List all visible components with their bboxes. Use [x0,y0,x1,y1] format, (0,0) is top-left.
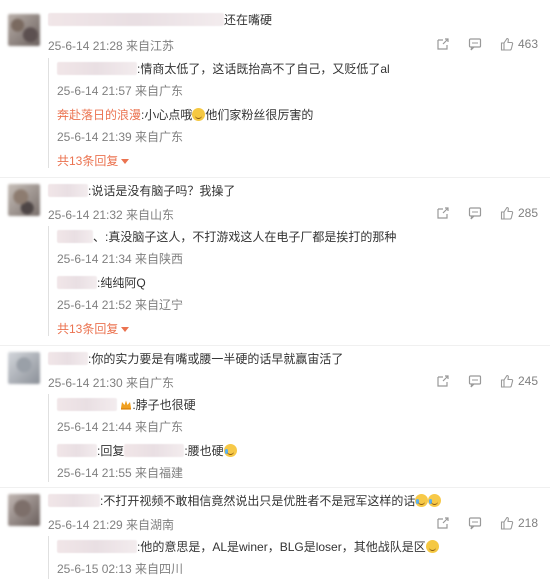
avatar[interactable] [8,352,40,384]
comment-icon[interactable] [468,206,482,220]
reply-text: 、:真没脑子这人，不打游戏这人在电子厂都是挨打的那种 [57,229,396,245]
comment-meta: 25-6-14 21:28 来自江苏 [48,39,175,53]
reply-text: 奔赴落日的浪漫:小心点哦 他们家粉丝很厉害的 [57,108,314,122]
reply-meta: 25-6-14 21:44 来自广东 [57,420,184,434]
reply-meta: 25-6-14 21:57 来自广东 [57,84,184,98]
username-masked[interactable] [57,62,137,75]
avatar[interactable] [8,184,40,216]
reply-block: :情商太低了，这话既抬高不了自己，又贬低了al 25-6-14 21:57 来自… [48,58,529,168]
username-masked[interactable] [57,398,117,411]
comment-actions: 218 [418,516,538,530]
divider [0,345,550,346]
reply-text: :脖子也很硬 [57,397,196,413]
avatar[interactable] [8,494,40,526]
share-icon[interactable] [436,37,450,51]
username-masked[interactable] [57,230,93,243]
reply-username[interactable]: 奔赴落日的浪漫 [57,108,141,122]
divider [0,487,550,488]
like-count: 463 [517,37,538,51]
comment-meta: 25-6-14 21:30 来自广东 [48,376,175,390]
reply-meta: 25-6-14 21:55 来自福建 [57,466,184,480]
chevron-down-icon [121,327,130,332]
username-masked[interactable] [124,444,185,457]
comment-text: :你的实力要是有嘴或腰一半硬的话早就赢宙活了 [48,351,343,367]
reply-text: :情商太低了，这话既抬高不了自己，又贬低了al [57,61,390,77]
avatar[interactable] [8,14,40,46]
reply-text: :他的意思是，AL是winer，BLG是loser，其他战队是区 [57,539,439,555]
comment-actions: 463 [418,37,538,51]
comment-text: :说话是没有脑子吗？我操了 [48,183,235,199]
like-icon[interactable] [500,374,514,388]
laugh-cry-emoji-icon [415,494,429,507]
reply-block: :他的意思是，AL是winer，BLG是loser，其他战队是区 25-6-15… [48,536,529,579]
username-masked[interactable] [48,13,224,26]
comment-meta: 25-6-14 21:29 来自湖南 [48,518,175,532]
comment-icon[interactable] [468,374,482,388]
comment-actions: 285 [418,206,538,220]
share-icon[interactable] [436,374,450,388]
share-icon[interactable] [436,516,450,530]
reply-meta: 25-6-14 21:52 来自辽宁 [57,298,184,312]
reply-meta: 25-6-14 21:39 来自广东 [57,130,184,144]
reply-text: :纯纯阿Q [57,275,146,291]
laugh-cry-emoji-icon [223,444,237,457]
emoji-icon [192,108,206,121]
reply-meta: 25-6-15 02:13 来自四川 [57,562,184,576]
more-replies-link[interactable]: 共13条回复 [57,152,130,169]
like-count: 218 [517,516,538,530]
reply-text: :回复:腰也硬 [57,443,237,459]
reply-meta: 25-6-14 21:34 来自陕西 [57,252,184,266]
reply-block: :脖子也很硬 25-6-14 21:44 来自广东 :回复:腰也硬 25-6-1… [48,394,529,482]
comment-meta: 25-6-14 21:32 来自山东 [48,208,175,222]
like-count: 285 [517,206,538,220]
username-masked[interactable] [48,184,88,197]
like-icon[interactable] [500,206,514,220]
divider [0,177,550,178]
comment-icon[interactable] [468,516,482,530]
share-icon[interactable] [436,206,450,220]
username-masked[interactable] [48,352,88,365]
like-count: 245 [517,374,538,388]
reply-block: 、:真没脑子这人，不打游戏这人在电子厂都是挨打的那种 25-6-14 21:34… [48,226,529,336]
username-masked[interactable] [57,276,97,289]
comment-actions: 245 [418,374,538,388]
emoji-icon [425,540,439,553]
like-icon[interactable] [500,516,514,530]
comment-icon[interactable] [468,37,482,51]
username-masked[interactable] [48,494,100,507]
like-icon[interactable] [500,37,514,51]
laugh-cry-emoji-icon [428,494,442,507]
more-replies-link[interactable]: 共13条回复 [57,320,130,337]
comment-text: :不打开视频不敢相信竟然说出只是优胜者不是冠军这样的话 [48,493,442,509]
comment-text: 还在嘴硬 [48,12,272,28]
chevron-down-icon [121,159,130,164]
username-masked[interactable] [57,444,97,457]
username-masked[interactable] [57,540,137,553]
crown-icon [121,400,132,410]
